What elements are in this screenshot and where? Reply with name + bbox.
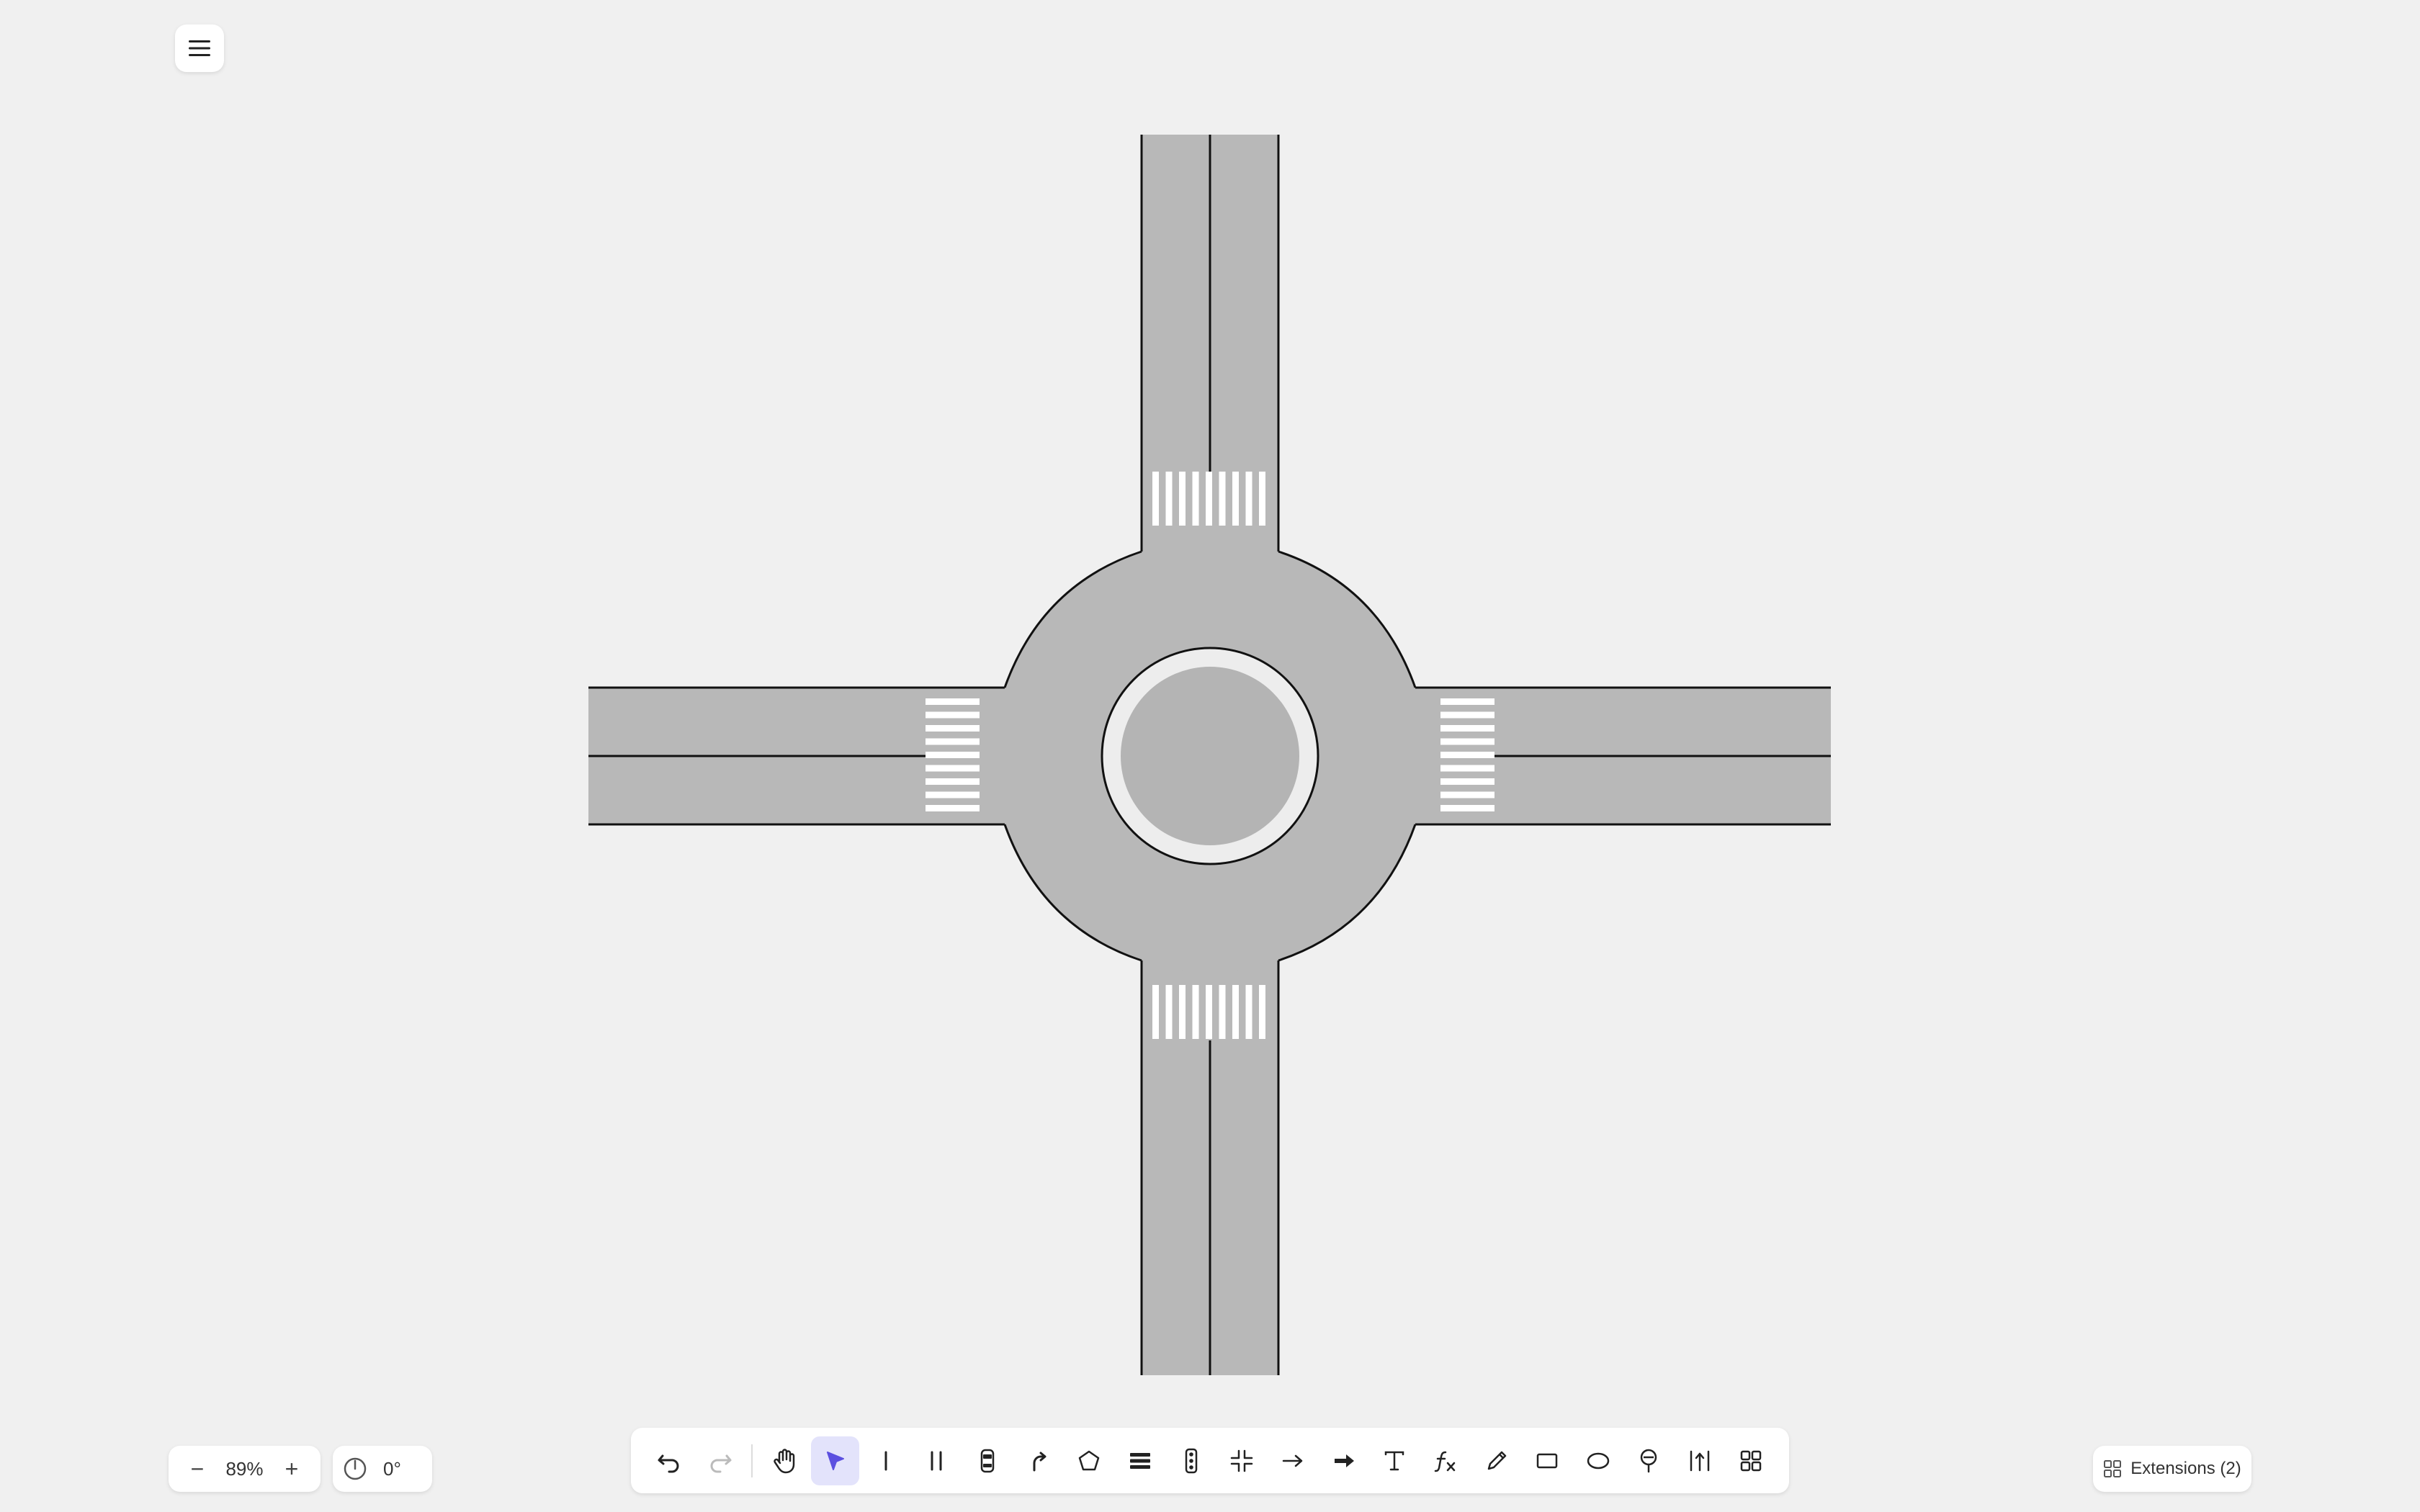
crosswalk-west-stripe xyxy=(926,805,980,811)
rotation-value: 0° xyxy=(383,1457,401,1480)
crosswalk-east-stripe xyxy=(1440,752,1494,758)
redo-icon xyxy=(710,1454,732,1472)
text-icon xyxy=(1384,1451,1404,1470)
crosswalk-north-stripe xyxy=(1179,472,1186,526)
lanes-icon xyxy=(1130,1452,1151,1469)
crosswalk-north-stripe xyxy=(1232,472,1239,526)
crosswalk-west-stripe xyxy=(926,738,980,745)
thin-arrow-icon xyxy=(1282,1454,1303,1467)
road-canvas[interactable] xyxy=(0,0,2420,1512)
hamburger-menu-icon xyxy=(189,40,210,56)
freehand-tool[interactable] xyxy=(1472,1436,1520,1485)
single-line-tool[interactable] xyxy=(862,1436,910,1485)
select-tool[interactable] xyxy=(810,1436,859,1485)
crosswalk-south-stripe xyxy=(1219,985,1226,1039)
crosswalk-south-stripe xyxy=(1192,985,1199,1039)
crosswalk-west-stripe xyxy=(926,725,980,732)
redo-button[interactable] xyxy=(696,1436,745,1485)
curved-path-tool[interactable] xyxy=(1014,1436,1062,1485)
crosswalk-south-stripe xyxy=(1245,985,1252,1039)
crosswalk-west-stripe xyxy=(926,765,980,772)
thick-arrow-tool[interactable] xyxy=(1319,1436,1368,1485)
marker-tool[interactable] xyxy=(1625,1436,1673,1485)
polygon-tool[interactable] xyxy=(1065,1436,1113,1485)
traffic-light-icon xyxy=(1185,1448,1197,1473)
rectangle-tool[interactable] xyxy=(1523,1436,1572,1485)
measure-tool[interactable] xyxy=(1676,1436,1724,1485)
more-tools[interactable] xyxy=(1726,1436,1775,1485)
center-island xyxy=(1121,667,1299,845)
pencil-icon xyxy=(1487,1451,1506,1470)
compass-icon[interactable] xyxy=(343,1457,367,1481)
crosswalk-north-stripe xyxy=(1259,472,1265,526)
toolbar-divider xyxy=(751,1444,753,1477)
undo-icon xyxy=(658,1454,679,1472)
measure-icon xyxy=(1690,1450,1710,1471)
crosswalk-east-stripe xyxy=(1440,738,1494,745)
arrow-tool[interactable] xyxy=(1269,1436,1317,1485)
crosswalk-north-stripe xyxy=(1219,472,1226,526)
zoom-in-button[interactable]: + xyxy=(276,1453,308,1485)
crosswalk-east-stripe xyxy=(1440,725,1494,732)
polygon-icon xyxy=(1079,1450,1100,1470)
lanes-tool[interactable] xyxy=(1116,1436,1165,1485)
crosswalk-south-stripe xyxy=(1165,985,1173,1039)
crosswalk-east-stripe xyxy=(1440,698,1494,705)
crosswalk-south-stripe xyxy=(1259,985,1265,1039)
pan-tool[interactable] xyxy=(760,1436,808,1485)
crosswalk-west-stripe xyxy=(926,711,980,719)
extensions-button[interactable]: Extensions (2) xyxy=(2093,1446,2251,1492)
crosswalk-north-stripe xyxy=(1192,472,1199,526)
pan-hand-icon xyxy=(773,1448,794,1473)
thick-arrow-icon xyxy=(1334,1454,1354,1467)
text-tool[interactable] xyxy=(1371,1436,1419,1485)
crosswalk-north-stripe xyxy=(1245,472,1252,526)
ellipse-icon xyxy=(1587,1452,1610,1469)
zoom-controls: − 89% + xyxy=(169,1446,321,1492)
crosswalk-east-stripe xyxy=(1440,805,1494,811)
formula-tool[interactable] xyxy=(1422,1436,1470,1485)
crosswalk-east-stripe xyxy=(1440,778,1494,785)
roundabout-drawing[interactable] xyxy=(588,135,1831,1375)
crosswalk-north-stripe xyxy=(1152,472,1159,526)
crosswalk-west-stripe xyxy=(926,752,980,758)
rectangle-icon xyxy=(1536,1453,1558,1468)
crosswalk-east-stripe xyxy=(1440,711,1494,719)
double-line-tool[interactable] xyxy=(913,1436,961,1485)
merge-icon xyxy=(1231,1449,1253,1472)
crosswalk-west-stripe xyxy=(926,791,980,798)
main-menu-button[interactable] xyxy=(175,24,224,72)
function-icon xyxy=(1434,1451,1456,1472)
crosswalk-north-stripe xyxy=(1206,472,1212,526)
drawing-toolbar xyxy=(631,1428,1789,1493)
crosswalk-south-stripe xyxy=(1179,985,1186,1039)
ellipse-tool[interactable] xyxy=(1574,1436,1622,1485)
pin-icon xyxy=(1641,1449,1657,1472)
crosswalk-west-stripe xyxy=(926,778,980,785)
crosswalk-south-stripe xyxy=(1152,985,1159,1039)
crosswalk-south-stripe xyxy=(1232,985,1239,1039)
crosswalk-west-stripe xyxy=(926,698,980,705)
undo-button[interactable] xyxy=(645,1436,694,1485)
zoom-level: 89% xyxy=(225,1457,264,1480)
car-icon xyxy=(980,1449,995,1472)
select-arrow-icon xyxy=(827,1451,845,1470)
rotation-control[interactable]: 0° xyxy=(333,1446,432,1492)
crosswalk-east-stripe xyxy=(1440,791,1494,798)
zoom-out-button[interactable]: − xyxy=(182,1453,213,1485)
double-line-icon xyxy=(931,1451,942,1470)
extensions-grid-icon xyxy=(2104,1460,2122,1477)
extensions-label: Extensions (2) xyxy=(2130,1459,2241,1478)
crosswalk-east-stripe xyxy=(1440,765,1494,772)
crosswalk-south-stripe xyxy=(1206,985,1212,1039)
vehicle-tool[interactable] xyxy=(964,1436,1012,1485)
curved-arrow-icon xyxy=(1033,1452,1047,1471)
junction-tool[interactable] xyxy=(1218,1436,1266,1485)
single-line-icon xyxy=(884,1451,887,1470)
grid-icon xyxy=(1740,1450,1761,1471)
traffic-light-tool[interactable] xyxy=(1167,1436,1215,1485)
crosswalk-north-stripe xyxy=(1165,472,1173,526)
